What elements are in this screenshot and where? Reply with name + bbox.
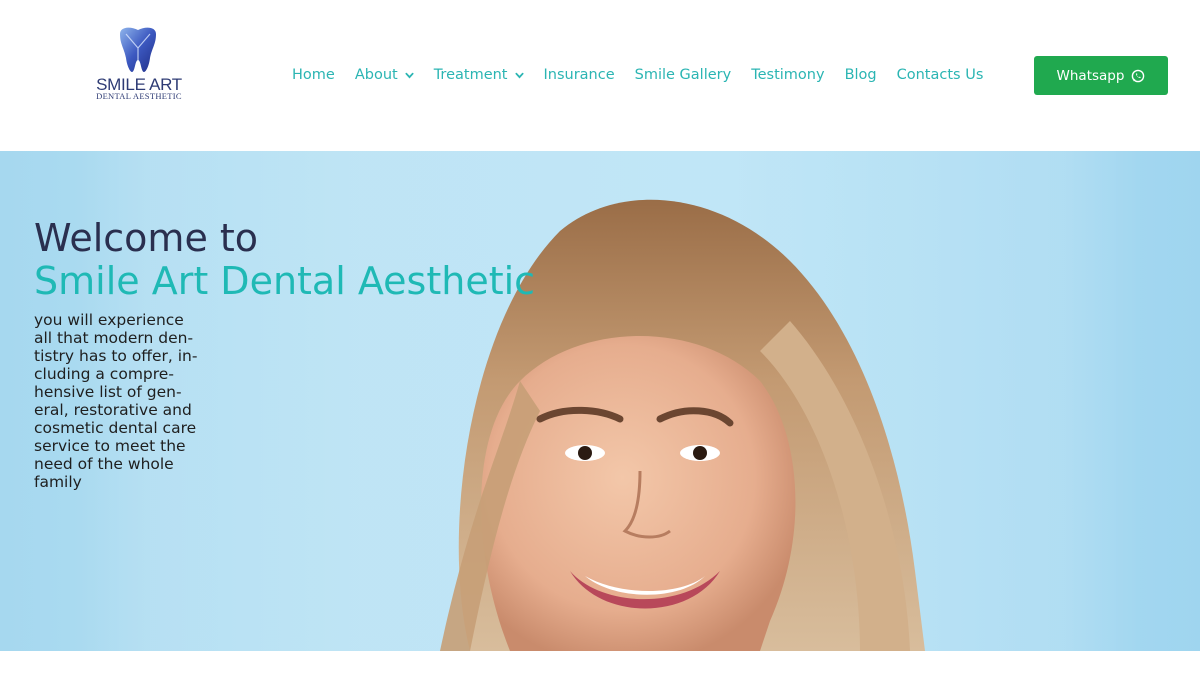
nav-item-label: Testimony — [751, 67, 825, 83]
nav-item-smile-gallery[interactable]: Smile Gallery — [635, 67, 732, 83]
nav-item-treatment[interactable]: Treatment — [434, 67, 524, 83]
nav-item-blog[interactable]: Blog — [845, 67, 877, 83]
nav-item-label: Insurance — [543, 67, 615, 83]
nav-item-about[interactable]: About — [355, 67, 414, 83]
whatsapp-button-label: Whatsapp — [1056, 67, 1125, 84]
hero-title-line1: Welcome to — [34, 216, 259, 260]
chevron-down-icon — [405, 72, 414, 78]
nav-item-testimony[interactable]: Testimony — [751, 67, 824, 83]
nav-item-insurance[interactable]: Insurance — [544, 67, 615, 83]
nav-item-label: Contacts Us — [896, 67, 984, 83]
logo[interactable]: SMILE ART DENTAL AESTHETIC — [92, 24, 184, 104]
hero-title-line2: Smile Art Dental Aesthetic — [34, 259, 536, 303]
whatsapp-button[interactable]: Whatsapp — [1034, 56, 1168, 95]
nav-item-home[interactable]: Home — [292, 67, 335, 83]
tooth-logo-icon — [120, 27, 156, 73]
nav-item-contacts[interactable]: Contacts Us — [897, 67, 984, 83]
nav-item-label: Blog — [844, 67, 877, 83]
nav-item-label: Home — [292, 67, 335, 83]
whatsapp-icon — [1132, 69, 1145, 82]
hero-section: Welcome to Smile Art Dental Aesthetic yo… — [0, 151, 1200, 651]
nav-item-label: Smile Gallery — [634, 67, 732, 83]
hero-description: you will experience all that modern den-… — [34, 311, 198, 491]
nav-item-label: Treatment — [433, 67, 508, 83]
logo-tagline: DENTAL AESTHETIC — [96, 91, 182, 101]
main-nav: Home About Treatment Insurance Smile Gal… — [292, 64, 1003, 86]
site-header: SMILE ART DENTAL AESTHETIC Home About Tr… — [0, 0, 1200, 151]
chevron-down-icon — [514, 72, 524, 78]
nav-item-label: About — [354, 67, 398, 83]
